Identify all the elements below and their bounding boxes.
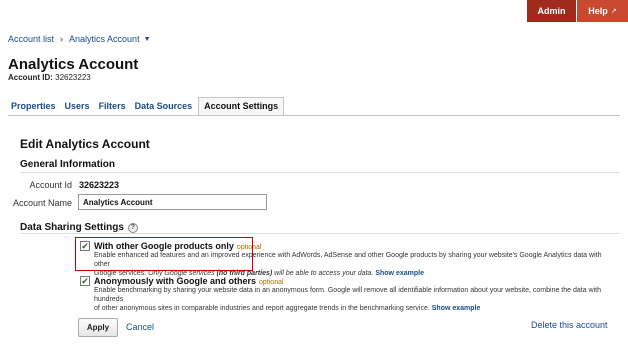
delete-account-link[interactable]: Delete this account xyxy=(531,320,608,330)
show-example-link[interactable]: Show example xyxy=(432,305,481,312)
section-title: Edit Analytics Account xyxy=(20,137,150,151)
admin-button[interactable]: Admin xyxy=(527,0,576,22)
share-anonymously-checkbox[interactable]: ✔ xyxy=(80,276,90,286)
cancel-link[interactable]: Cancel xyxy=(126,322,154,332)
question-mark-icon[interactable]: ? xyxy=(127,222,138,233)
tab-users[interactable]: Users xyxy=(62,101,93,115)
description-line: Enable benchmarking by sharing your webs… xyxy=(94,287,602,303)
account-name-input[interactable] xyxy=(78,194,267,210)
data-sharing-heading: Data Sharing Settings ? xyxy=(20,222,138,233)
tab-properties[interactable]: Properties xyxy=(8,101,59,115)
tab-bar: Properties Users Filters Data Sources Ac… xyxy=(8,96,287,116)
account-id-field-label: Account Id xyxy=(29,180,72,190)
tab-filters[interactable]: Filters xyxy=(96,101,129,115)
checkmark-icon: ✔ xyxy=(81,275,89,286)
breadcrumb-current-account[interactable]: Analytics Account xyxy=(69,34,140,44)
option-title: Anonymously with Google and others xyxy=(94,276,257,286)
tab-data-sources[interactable]: Data Sources xyxy=(132,101,196,115)
account-id-field-value: 32623223 xyxy=(79,180,120,190)
highlight-annotation xyxy=(75,237,253,271)
account-id-line: Account ID: 32623223 xyxy=(8,73,91,82)
page-title: Analytics Account xyxy=(8,56,139,73)
general-info-heading: General Information xyxy=(20,159,116,170)
account-id-label: Account ID: xyxy=(8,73,53,82)
breadcrumb-separator: › xyxy=(60,34,64,44)
show-example-link[interactable]: Show example xyxy=(375,270,424,277)
share-anonymously-label: Anonymously with Google and others option… xyxy=(94,276,284,286)
description-text: of other anonymous sites in comparable i… xyxy=(94,305,430,312)
account-name-field-label: Account Name xyxy=(12,198,72,208)
breadcrumb-account-list[interactable]: Account list xyxy=(8,34,54,44)
apply-button[interactable]: Apply xyxy=(78,318,118,337)
external-link-icon: ↗ xyxy=(610,8,617,15)
share-anonymously-description: Enable benchmarking by sharing your webs… xyxy=(94,286,614,313)
help-button-label: Help xyxy=(588,6,608,16)
account-id-value: 32623223 xyxy=(55,73,91,82)
tab-account-settings[interactable]: Account Settings xyxy=(198,97,285,116)
help-button[interactable]: Help ↗ xyxy=(577,0,628,22)
breadcrumb: Account list › Analytics Account ▼ xyxy=(8,34,151,44)
divider xyxy=(20,233,620,234)
description-italic-end: will be able to access your data. xyxy=(272,270,374,277)
description-line: of other anonymous sites in comparable i… xyxy=(94,304,614,313)
tab-divider xyxy=(8,115,620,116)
admin-button-label: Admin xyxy=(537,6,566,16)
divider xyxy=(20,172,620,173)
top-bar: Admin Help ↗ xyxy=(0,0,628,22)
optional-tag: optional xyxy=(259,279,284,286)
chevron-down-icon[interactable]: ▼ xyxy=(144,36,151,43)
data-sharing-title: Data Sharing Settings xyxy=(20,222,124,233)
